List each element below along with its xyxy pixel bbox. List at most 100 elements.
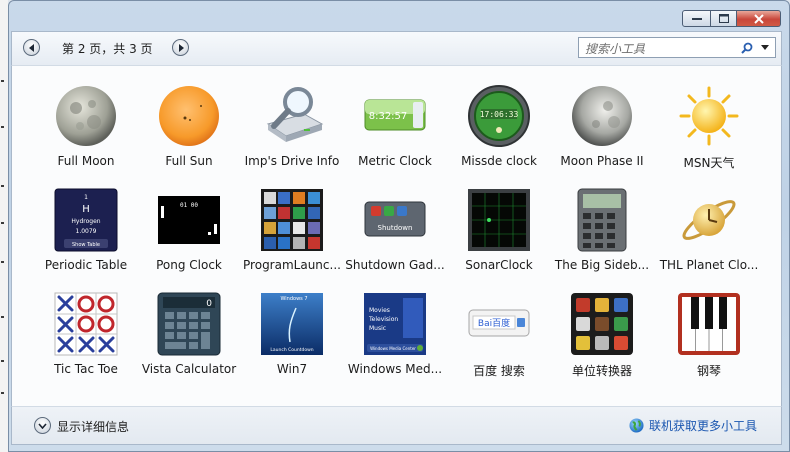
planet-clock-icon xyxy=(682,200,736,240)
close-icon xyxy=(753,13,764,24)
calculator-device-icon xyxy=(577,188,627,252)
gadget-label: SonarClock xyxy=(465,258,533,272)
arrow-right-icon xyxy=(178,43,184,52)
gadget-label: 单位转换器 xyxy=(571,364,632,378)
element-mass: 1.0079 xyxy=(76,228,97,235)
gadget-thl-planet-clock[interactable]: THL Planet Clo... xyxy=(657,184,761,284)
minimize-icon xyxy=(691,17,702,20)
get-more-gadgets-link[interactable]: 联机获取更多小工具 xyxy=(629,417,757,434)
gadget-msn-weather[interactable]: MSN天气 xyxy=(657,80,761,180)
search-placeholder: 搜索小工具 xyxy=(585,42,646,56)
gadget-label: Vista Calculator xyxy=(141,362,237,376)
calculator-display: 0 xyxy=(206,299,212,309)
sonar-clock-icon xyxy=(468,189,530,251)
gadget-windows-media-center[interactable]: Movies Television Music Windows Media Ce… xyxy=(343,288,447,388)
gadget-label: THL Planet Clo... xyxy=(659,258,759,272)
moon-phase-icon xyxy=(572,86,632,146)
gadget-pong-clock[interactable]: 01 00 Pong Clock xyxy=(137,184,241,284)
missde-clock-icon: 17:06:33 xyxy=(468,85,530,147)
window-controls xyxy=(682,10,781,27)
tic-tac-toe-icon xyxy=(54,292,118,356)
element-symbol: H xyxy=(82,204,90,215)
element-number: 1 xyxy=(84,194,88,201)
arrow-left-icon xyxy=(28,43,34,52)
gadget-program-launcher[interactable]: ProgramLaunc... xyxy=(240,184,344,284)
gadget-label: 钢琴 xyxy=(696,364,721,378)
gadget-label: Missde clock xyxy=(461,154,537,168)
get-more-gadgets-label: 联机获取更多小工具 xyxy=(648,419,757,433)
win7-countdown-label: Launch Countdown xyxy=(270,347,313,353)
gadget-periodic-table[interactable]: 1 H Hydrogen 1.0079 Show Table Periodic … xyxy=(34,184,138,284)
piano-icon xyxy=(678,293,740,355)
gadget-shutdown[interactable]: Shutdown Shutdown Gad... xyxy=(343,184,447,284)
metric-clock-time: 8:32:57 xyxy=(369,111,408,122)
gadget-label: ProgramLaunc... xyxy=(243,258,341,272)
show-details-label[interactable]: 显示详细信息 xyxy=(57,418,129,435)
msn-weather-sun-icon xyxy=(679,86,739,146)
gadget-missde-clock[interactable]: 17:06:33 Missde clock xyxy=(447,80,551,180)
page-indicator: 第 2 页，共 3 页 xyxy=(62,42,153,56)
gadget-sonar-clock[interactable]: SonarClock xyxy=(447,184,551,284)
pong-score: 01 00 xyxy=(180,202,198,209)
wmc-menu-music: Music xyxy=(369,325,386,332)
chevron-down-icon xyxy=(38,422,47,429)
gadget-label: Metric Clock xyxy=(358,154,432,168)
baidu-search-icon: Bai百度 xyxy=(468,309,530,337)
gadget-piano[interactable]: 钢琴 xyxy=(657,288,761,388)
gadget-metric-clock[interactable]: 8:32:57 Metric Clock xyxy=(343,80,447,180)
shutdown-gadget-icon: Shutdown xyxy=(364,201,426,237)
search-gadgets-input[interactable]: 搜索小工具 xyxy=(578,37,776,58)
maximize-button[interactable] xyxy=(711,10,737,27)
missde-clock-time: 17:06:33 xyxy=(480,110,519,119)
gadget-grid: Full Moon Full Sun Imp's Drive Info 8:32… xyxy=(11,65,782,407)
wmc-menu-television: Television xyxy=(368,316,398,323)
desktop-edge xyxy=(0,0,8,452)
gadget-win7[interactable]: Windows 7 Launch Countdown Win7 xyxy=(240,288,344,388)
navigation-bar: 第 2 页，共 3 页 搜索小工具 xyxy=(11,31,782,65)
show-details-button[interactable] xyxy=(34,417,51,434)
win7-title: Windows 7 xyxy=(280,296,307,302)
gadget-full-moon[interactable]: Full Moon xyxy=(34,80,138,180)
gadget-label: Full Moon xyxy=(57,154,115,168)
gadget-label: Tic Tac Toe xyxy=(54,362,118,376)
gadget-tic-tac-toe[interactable]: Tic Tac Toe xyxy=(34,288,138,388)
globe-icon xyxy=(629,418,644,433)
show-table-label: Show Table xyxy=(72,242,100,248)
periodic-table-icon: 1 H Hydrogen 1.0079 Show Table xyxy=(54,188,118,252)
windows-media-center-icon: Movies Television Music Windows Media Ce… xyxy=(364,293,426,355)
gadget-full-sun[interactable]: Full Sun xyxy=(137,80,241,180)
search-icon[interactable] xyxy=(741,42,753,54)
gadget-baidu-search[interactable]: Bai百度 百度 搜索 xyxy=(447,288,551,388)
gadget-unit-converter[interactable]: 单位转换器 xyxy=(550,288,654,388)
program-launcher-icon xyxy=(261,189,323,251)
unit-converter-icon xyxy=(571,293,633,355)
next-page-button[interactable] xyxy=(172,39,189,56)
previous-page-button[interactable] xyxy=(23,39,40,56)
minimize-button[interactable] xyxy=(682,10,711,27)
wmc-footer: Windows Media Center xyxy=(370,346,416,351)
gadget-label: Imp's Drive Info xyxy=(244,154,340,168)
gadget-vista-calculator[interactable]: 0 Vista Calculator xyxy=(137,288,241,388)
gadget-label: Pong Clock xyxy=(156,258,222,272)
gadget-label: Shutdown Gad... xyxy=(345,258,445,272)
gadget-big-sidebar[interactable]: The Big Sideb... xyxy=(550,184,654,284)
gallery-footer: 显示详细信息 联机获取更多小工具 xyxy=(11,407,782,445)
close-button[interactable] xyxy=(737,10,781,27)
gadget-moon-phase-ii[interactable]: Moon Phase II xyxy=(550,80,654,180)
shutdown-label: Shutdown xyxy=(378,224,413,232)
gadget-imps-drive-info[interactable]: Imp's Drive Info xyxy=(240,80,344,180)
chevron-down-icon[interactable] xyxy=(761,45,769,50)
pong-clock-icon: 01 00 xyxy=(158,196,220,244)
gadget-label: Full Sun xyxy=(165,154,213,168)
win7-countdown-icon: Windows 7 Launch Countdown xyxy=(261,293,323,355)
element-name: Hydrogen xyxy=(71,218,100,225)
gadget-label: Moon Phase II xyxy=(560,154,644,168)
drive-magnifier-icon xyxy=(266,87,324,142)
gadget-label: 百度 搜索 xyxy=(473,364,525,378)
baidu-logo-text: Bai百度 xyxy=(478,317,510,329)
wmc-menu-movies: Movies xyxy=(369,307,390,314)
gadget-label: Win7 xyxy=(276,362,308,376)
gadget-label: Periodic Table xyxy=(44,258,128,272)
full-moon-icon xyxy=(56,86,116,146)
vista-calculator-icon: 0 xyxy=(157,292,221,356)
